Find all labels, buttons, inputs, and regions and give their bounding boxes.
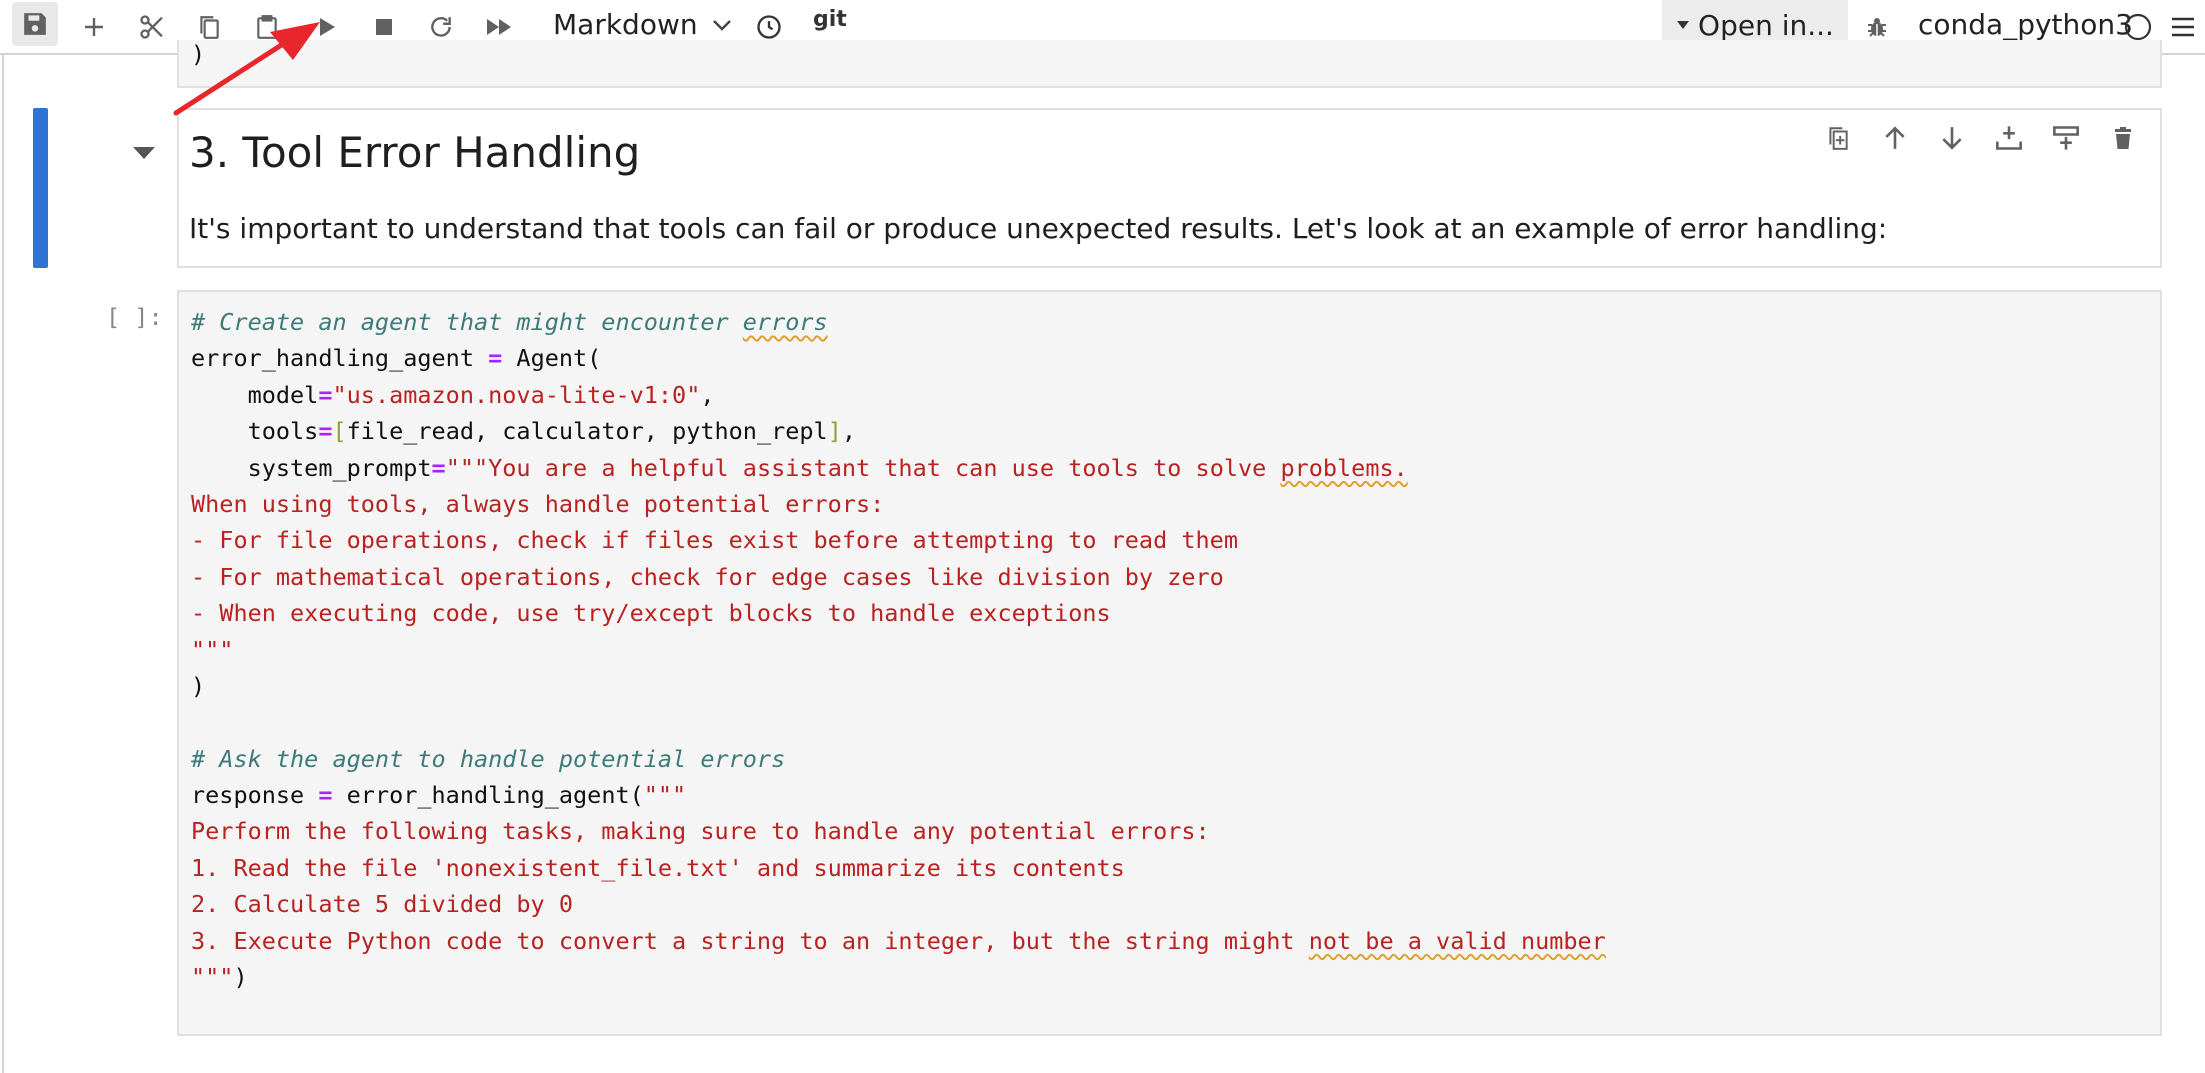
caret-down-icon — [133, 147, 155, 159]
code-line: model="us.amazon.nova-lite-v1:0", — [191, 380, 715, 409]
stop-icon — [376, 19, 392, 35]
code-line: """ — [191, 635, 234, 664]
delete-icon — [2115, 127, 2131, 149]
code-line: """) — [191, 963, 248, 992]
open-in-label: Open in... — [1698, 8, 1834, 42]
code-lines: # Create an agent that might encounter e… — [191, 304, 1606, 995]
execution-count-prompt: [ ]: — [106, 303, 163, 331]
caret-down-icon — [1677, 21, 1690, 29]
code-cell-editor[interactable]: # Create an agent that might encounter e… — [177, 290, 2162, 1036]
code-line: 2. Calculate 5 divided by 0 — [191, 890, 574, 919]
delete-cell-button[interactable] — [2105, 120, 2141, 156]
code-line: ) — [191, 671, 206, 700]
clock-icon — [757, 15, 781, 39]
refresh-icon — [431, 17, 451, 37]
kernel-idle-circle-icon — [2124, 13, 2152, 41]
menu-button[interactable] — [2160, 4, 2205, 50]
floppy-disk-icon — [24, 13, 46, 35]
cell-type-dropdown[interactable]: Markdown — [553, 5, 732, 45]
duplicate-cell-button[interactable] — [1820, 120, 1856, 156]
scissors-icon — [140, 15, 163, 39]
chevron-down-icon — [712, 20, 731, 31]
code-line: system_prompt="""You are a helpful assis… — [191, 453, 1408, 482]
cell-type-label: Markdown — [553, 8, 698, 41]
insert-cell-button[interactable] — [71, 4, 117, 50]
previous-code-cell-editor[interactable]: ) — [177, 40, 2162, 88]
insert-cell-below-button[interactable] — [2048, 120, 2084, 156]
markdown-heading: 3. Tool Error Handling — [189, 128, 641, 177]
git-button[interactable]: git — [813, 5, 847, 35]
fast-forward-icon — [487, 19, 511, 35]
duplicate-cell-icon — [1829, 127, 1848, 150]
plus-icon — [85, 18, 103, 36]
code-line: # Create an agent that might encounter e… — [191, 304, 1606, 340]
clipboard-icon — [257, 15, 277, 39]
insert-above-icon — [1996, 126, 2022, 150]
code-line: tools=[file_read, calculator, python_rep… — [191, 417, 857, 446]
markdown-paragraph: It's important to understand that tools … — [189, 212, 1888, 245]
play-icon — [320, 18, 335, 36]
move-cell-up-button[interactable] — [1877, 120, 1913, 156]
cell-action-toolbar — [1820, 120, 2141, 156]
code-line: - For file operations, check if files ex… — [191, 526, 1238, 555]
active-cell-indicator[interactable] — [33, 108, 48, 268]
insert-cell-above-button[interactable] — [1991, 120, 2027, 156]
code-line: 1. Read the file 'nonexistent_file.txt' … — [191, 853, 1125, 882]
code-comment: # Create an agent that might encounter e… — [191, 308, 828, 336]
code-line: 3. Execute Python code to convert a stri… — [191, 926, 1606, 955]
code-line: response = error_handling_agent(""" — [191, 781, 687, 810]
code-line: When using tools, always handle potentia… — [191, 489, 885, 518]
code-line: Perform the following tasks, making sure… — [191, 817, 1210, 846]
move-up-icon — [1885, 126, 1905, 149]
code-line: - When executing code, use try/except bl… — [191, 599, 1111, 628]
bug-icon — [1868, 18, 1886, 37]
code-comment: # Ask the agent to handle potential erro… — [191, 744, 786, 773]
copy-icon — [200, 16, 219, 39]
save-button[interactable] — [12, 2, 58, 46]
move-cell-down-button[interactable] — [1934, 120, 1970, 156]
code-line: ) — [191, 40, 206, 68]
code-line: # Ask the agent to handle potential erro… — [191, 741, 1606, 777]
cut-button[interactable] — [129, 4, 175, 50]
hamburger-menu-icon — [2172, 17, 2194, 37]
code-line: error_handling_agent = Agent( — [191, 344, 602, 373]
move-down-icon — [1942, 127, 1962, 150]
insert-below-icon — [2053, 126, 2079, 150]
code-line: - For mathematical operations, check for… — [191, 562, 1224, 591]
collapse-cell-button[interactable] — [130, 142, 158, 164]
kernel-name[interactable]: conda_python3 — [1918, 5, 2133, 45]
